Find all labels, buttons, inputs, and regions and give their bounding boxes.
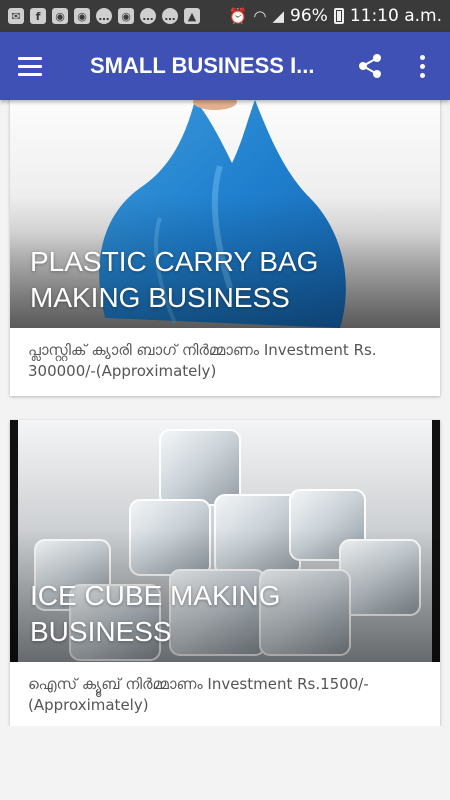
facebook-icon: f — [30, 8, 46, 24]
camera-icon: ◉ — [118, 8, 134, 24]
alarm-icon: ⏰ — [228, 7, 248, 25]
status-bar: ✉ f ◉ ◉ … ◉ … … ▲ ⏰ ◠ ◢ 96% 11:10 a.m. — [0, 0, 450, 32]
card-description: പ്ലാസ്റ്റിക് ക്യാരി ബാഗ് നിർമ്മാണം Inves… — [28, 341, 377, 380]
more-options-icon[interactable] — [405, 32, 439, 100]
share-icon[interactable] — [350, 32, 390, 100]
card-image: PLASTIC CARRY BAG MAKING BUSINESS — [10, 88, 440, 328]
business-card[interactable]: PLASTIC CARRY BAG MAKING BUSINESS പ്ലാസ്… — [10, 88, 440, 396]
empty-area — [0, 726, 450, 800]
chat-icon: … — [96, 8, 112, 24]
signal-icon: ◢ — [272, 7, 285, 25]
card-title: PLASTIC CARRY BAG MAKING BUSINESS — [30, 246, 319, 313]
clock: 11:10 a.m. — [349, 6, 442, 26]
battery-percent: 96% — [290, 6, 328, 26]
business-card[interactable]: ICE CUBE MAKING BUSINESS ഐസ് ക്യൂബ് നിർമ… — [10, 420, 440, 730]
camera-icon: ◉ — [52, 8, 68, 24]
card-description: ഐസ് ക്യൂബ് നിർമ്മാണം Investment Rs.1500/… — [28, 675, 369, 714]
menu-icon[interactable] — [0, 32, 60, 100]
app-title: SMALL BUSINESS I... — [90, 53, 315, 78]
camera-icon: ◉ — [74, 8, 90, 24]
battery-icon — [333, 8, 344, 24]
notification-icons: ✉ f ◉ ◉ … ◉ … … ▲ — [8, 8, 200, 24]
mail-icon: ✉ — [8, 8, 24, 24]
wifi-icon: ◠ — [253, 7, 267, 25]
app-bar: SMALL BUSINESS I... — [0, 32, 450, 100]
card-title: ICE CUBE MAKING BUSINESS — [30, 580, 281, 647]
image-icon: ▲ — [184, 8, 200, 24]
chat-icon: … — [162, 8, 178, 24]
card-image: ICE CUBE MAKING BUSINESS — [10, 420, 440, 662]
chat-icon: … — [140, 8, 156, 24]
